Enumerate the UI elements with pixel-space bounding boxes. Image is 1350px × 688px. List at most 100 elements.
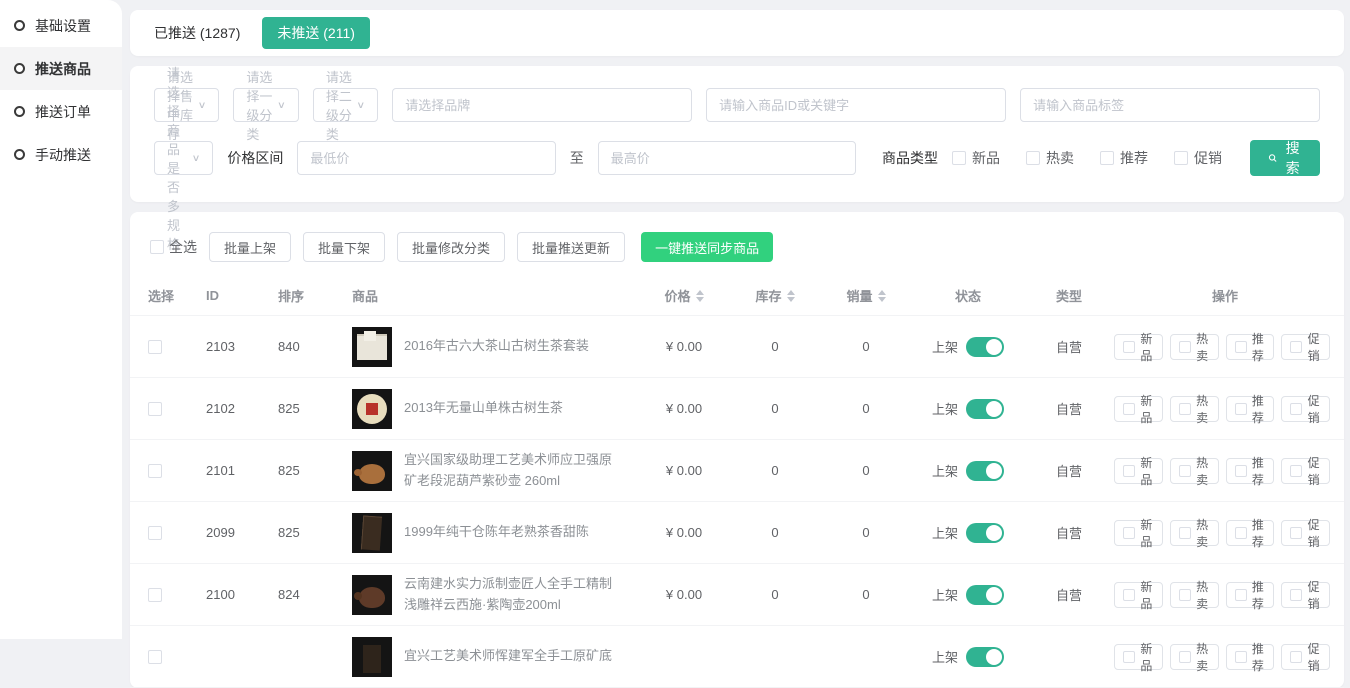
status-toggle[interactable] [966, 585, 1004, 605]
tag-checkbox-icon[interactable] [1123, 589, 1135, 601]
tag-checkbox-icon[interactable] [1179, 465, 1191, 477]
tag-checkbox-icon[interactable] [1179, 589, 1191, 601]
sort-up-icon[interactable] [878, 290, 886, 295]
checkbox-icon[interactable] [150, 240, 164, 254]
row-checkbox[interactable] [148, 464, 162, 478]
status-toggle[interactable] [966, 337, 1004, 357]
tag-checkbox-icon[interactable] [1179, 403, 1191, 415]
status-toggle[interactable] [966, 647, 1004, 667]
product-tag-input[interactable] [1020, 88, 1320, 122]
action-tag-button[interactable]: 推荐 [1226, 396, 1275, 422]
checkbox-icon[interactable] [952, 151, 966, 165]
tag-checkbox-icon[interactable] [1179, 527, 1191, 539]
action-tag-button[interactable]: 新品 [1114, 458, 1163, 484]
sidebar-item-push-orders[interactable]: 推送订单 [0, 90, 122, 133]
tag-checkbox-icon[interactable] [1290, 341, 1302, 353]
action-tag-button[interactable]: 热卖 [1170, 334, 1219, 360]
action-tag-button[interactable]: 热卖 [1170, 520, 1219, 546]
action-tag-button[interactable]: 推荐 [1226, 644, 1275, 670]
price-max-input[interactable] [598, 141, 856, 175]
search-button[interactable]: 搜索 [1250, 140, 1320, 176]
tag-checkbox-icon[interactable] [1235, 527, 1247, 539]
category-level2-select[interactable]: 请选择二级分类 ∨ [313, 88, 378, 122]
action-tag-button[interactable]: 新品 [1114, 644, 1163, 670]
sidebar-item-basic-settings[interactable]: 基础设置 [0, 4, 122, 47]
tab-pushed[interactable]: 已推送 (1287) [154, 23, 240, 43]
action-tag-button[interactable]: 促销 [1281, 458, 1330, 484]
sidebar-item-label: 手动推送 [35, 145, 91, 165]
action-tag-button[interactable]: 热卖 [1170, 396, 1219, 422]
tag-checkbox-icon[interactable] [1290, 403, 1302, 415]
status-toggle[interactable] [966, 399, 1004, 419]
sort-up-icon[interactable] [787, 290, 795, 295]
price-min-input[interactable] [297, 141, 555, 175]
type-checkbox-promo[interactable]: 促销 [1174, 148, 1222, 168]
price-sort-control[interactable] [696, 290, 704, 302]
action-tag-button[interactable]: 推荐 [1226, 520, 1275, 546]
tag-checkbox-icon[interactable] [1290, 465, 1302, 477]
action-tag-button[interactable]: 新品 [1114, 520, 1163, 546]
one-click-push-sync-button[interactable]: 一键推送同步商品 [641, 232, 773, 262]
row-checkbox[interactable] [148, 340, 162, 354]
multi-spec-select[interactable]: 请选择商品是否多规格 ∨ [154, 141, 213, 175]
tag-checkbox-icon[interactable] [1123, 341, 1135, 353]
sales-sort-control[interactable] [878, 290, 886, 302]
action-tag-button[interactable]: 促销 [1281, 396, 1330, 422]
action-tag-button[interactable]: 热卖 [1170, 458, 1219, 484]
product-id-keyword-input[interactable] [706, 88, 1006, 122]
action-tag-button[interactable]: 促销 [1281, 582, 1330, 608]
action-tag-button[interactable]: 促销 [1281, 520, 1330, 546]
row-checkbox[interactable] [148, 588, 162, 602]
sort-down-icon[interactable] [696, 297, 704, 302]
sort-down-icon[interactable] [878, 297, 886, 302]
action-tag-button[interactable]: 新品 [1114, 582, 1163, 608]
sort-down-icon[interactable] [787, 297, 795, 302]
batch-on-shelf-button[interactable]: 批量上架 [209, 232, 291, 262]
tag-checkbox-icon[interactable] [1290, 527, 1302, 539]
tag-checkbox-icon[interactable] [1179, 341, 1191, 353]
tag-checkbox-icon[interactable] [1123, 465, 1135, 477]
action-tag-button[interactable]: 新品 [1114, 396, 1163, 422]
action-tag-button[interactable]: 新品 [1114, 334, 1163, 360]
batch-off-shelf-button[interactable]: 批量下架 [303, 232, 385, 262]
tag-checkbox-icon[interactable] [1290, 651, 1302, 663]
tag-checkbox-icon[interactable] [1235, 341, 1247, 353]
sort-up-icon[interactable] [696, 290, 704, 295]
tag-checkbox-icon[interactable] [1290, 589, 1302, 601]
tag-checkbox-icon[interactable] [1123, 527, 1135, 539]
checkbox-icon[interactable] [1100, 151, 1114, 165]
status-toggle[interactable] [966, 461, 1004, 481]
tab-unpushed-active[interactable]: 未推送 (211) [262, 17, 370, 49]
tag-checkbox-icon[interactable] [1235, 651, 1247, 663]
checkbox-icon[interactable] [1026, 151, 1040, 165]
row-checkbox[interactable] [148, 402, 162, 416]
status-toggle[interactable] [966, 523, 1004, 543]
tag-checkbox-icon[interactable] [1123, 651, 1135, 663]
tag-checkbox-icon[interactable] [1235, 589, 1247, 601]
type-checkbox-recommend[interactable]: 推荐 [1100, 148, 1148, 168]
stock-sort-control[interactable] [787, 290, 795, 302]
tag-checkbox-icon[interactable] [1235, 403, 1247, 415]
tag-checkbox-icon[interactable] [1235, 465, 1247, 477]
tag-checkbox-icon[interactable] [1179, 651, 1191, 663]
action-tag-button[interactable]: 推荐 [1226, 582, 1275, 608]
row-checkbox[interactable] [148, 650, 162, 664]
checkbox-icon[interactable] [1174, 151, 1188, 165]
sidebar-item-push-products[interactable]: 推送商品 [0, 47, 122, 90]
tag-checkbox-icon[interactable] [1123, 403, 1135, 415]
brand-input[interactable] [392, 88, 692, 122]
type-checkbox-hot[interactable]: 热卖 [1026, 148, 1074, 168]
action-tag-button[interactable]: 促销 [1281, 644, 1330, 670]
row-checkbox[interactable] [148, 526, 162, 540]
action-tag-button[interactable]: 推荐 [1226, 458, 1275, 484]
batch-push-update-button[interactable]: 批量推送更新 [517, 232, 625, 262]
sidebar-item-manual-push[interactable]: 手动推送 [0, 133, 122, 176]
type-checkbox-new[interactable]: 新品 [952, 148, 1000, 168]
action-tag-button[interactable]: 热卖 [1170, 582, 1219, 608]
batch-edit-category-button[interactable]: 批量修改分类 [397, 232, 505, 262]
select-all-checkbox[interactable]: 全选 [150, 237, 197, 257]
category-level1-select[interactable]: 请选择一级分类 ∨ [233, 88, 298, 122]
action-tag-button[interactable]: 推荐 [1226, 334, 1275, 360]
action-tag-button[interactable]: 促销 [1281, 334, 1330, 360]
action-tag-button[interactable]: 热卖 [1170, 644, 1219, 670]
